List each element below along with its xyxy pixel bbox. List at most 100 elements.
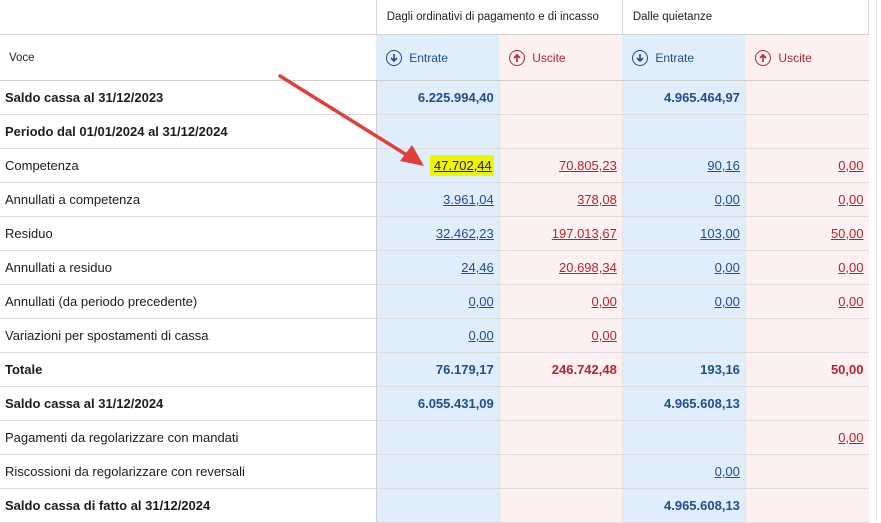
- amount-link[interactable]: 0,00: [838, 158, 863, 173]
- row-label: Variazioni per spostamenti di cassa: [0, 318, 377, 353]
- cell-quietanze-entrate: 193,16: [621, 352, 746, 387]
- cell-quietanze-uscite: [744, 318, 869, 353]
- cell-ordinativi-entrate: 24,46: [375, 250, 500, 285]
- cell-ordinativi-uscite: [498, 454, 623, 489]
- amount-link[interactable]: 0,00: [715, 260, 740, 275]
- row-label: Saldo cassa al 31/12/2024: [0, 386, 377, 421]
- cell-ordinativi-uscite: 0,00: [498, 318, 623, 353]
- cell-quietanze-uscite: [744, 488, 869, 523]
- amount-link[interactable]: 378,08: [577, 192, 617, 207]
- group-header-ordinativi: Dagli ordinativi di pagamento e di incas…: [375, 0, 623, 35]
- cell-ordinativi-uscite: 378,08: [498, 182, 623, 217]
- row-label: Competenza: [0, 148, 377, 183]
- amount-link[interactable]: 3.961,04: [443, 192, 494, 207]
- table-row: Annullati (da periodo precedente) 0,00 0,0…: [0, 284, 869, 319]
- cell-ordinativi-entrate: 3.961,04: [375, 182, 500, 217]
- amount-link[interactable]: 0,00: [838, 260, 863, 275]
- amount-link[interactable]: 0,00: [715, 294, 740, 309]
- amount-link[interactable]: 0,00: [592, 294, 617, 309]
- row-label: Riscossioni da regolarizzare con reversa…: [0, 454, 377, 489]
- amount-link[interactable]: 90,16: [707, 158, 740, 173]
- table-row: Saldo cassa di fatto al 31/12/2024 4.965.…: [0, 488, 869, 523]
- table-row: Saldo cassa al 31/12/2024 6.055.431,09 4.9…: [0, 386, 869, 421]
- cell-ordinativi-uscite: 70.805,23: [498, 148, 623, 183]
- table-row: Saldo cassa al 31/12/2023 6.225.994,40 4.9…: [0, 80, 869, 115]
- row-label: Periodo dal 01/01/2024 al 31/12/2024: [0, 114, 377, 149]
- cell-ordinativi-uscite: [498, 114, 623, 149]
- table-row: Riscossioni da regolarizzare con reversa…: [0, 454, 869, 489]
- cell-ordinativi-entrate: 6.225.994,40: [375, 80, 500, 115]
- cell-quietanze-uscite: 0,00: [744, 182, 869, 217]
- cell-ordinativi-entrate: 0,00: [375, 284, 500, 319]
- cell-quietanze-entrate: [621, 318, 746, 353]
- amount-link[interactable]: 0,00: [838, 430, 863, 445]
- cell-quietanze-uscite: 0,00: [744, 420, 869, 455]
- cell-quietanze-uscite: [744, 114, 869, 149]
- table-row: Annullati a competenza 3.961,04 378,08 0,00…: [0, 182, 869, 217]
- amount-value: 50,00: [830, 362, 864, 377]
- row-label: Annullati (da periodo precedente): [0, 284, 377, 319]
- arrow-up-circle-icon: [509, 49, 526, 66]
- amount-link[interactable]: 103,00: [700, 226, 740, 241]
- cell-ordinativi-uscite: 20.698,34: [498, 250, 623, 285]
- cell-ordinativi-entrate: [375, 420, 500, 455]
- cell-quietanze-entrate: 90,16: [621, 148, 746, 183]
- header-spacer: [0, 0, 377, 35]
- cell-ordinativi-entrate: 32.462,23: [375, 216, 500, 251]
- table-row: Residuo 32.462,23 197.013,67 103,00 50,00: [0, 216, 869, 251]
- amount-value: 246.742,48: [551, 362, 617, 377]
- column-header-quietanze-uscite: Uscite: [745, 34, 869, 81]
- cell-quietanze-uscite: 0,00: [744, 284, 869, 319]
- table-row: Variazioni per spostamenti di cassa 0,00 0…: [0, 318, 869, 353]
- arrow-down-circle-icon: [632, 49, 649, 66]
- column-header-quietanze-entrate: Entrate: [622, 34, 746, 81]
- cell-ordinativi-entrate: [375, 454, 500, 489]
- amount-link[interactable]: 0,00: [715, 464, 740, 479]
- amount-link[interactable]: 0,00: [715, 192, 740, 207]
- cash-balance-panel: Dagli ordinativi di pagamento e di incas…: [0, 0, 881, 523]
- arrow-down-circle-icon: [386, 49, 403, 66]
- cell-quietanze-uscite: 0,00: [744, 250, 869, 285]
- cell-ordinativi-entrate: 0,00: [375, 318, 500, 353]
- amount-link[interactable]: 0,00: [592, 328, 617, 343]
- amount-link[interactable]: 70.805,23: [559, 158, 617, 173]
- cell-quietanze-entrate: 4.965.608,13: [621, 386, 746, 421]
- highlighted-amount: 47.702,44: [429, 155, 494, 176]
- cell-quietanze-uscite: [744, 386, 869, 421]
- amount-link[interactable]: 0,00: [468, 294, 493, 309]
- amount-link[interactable]: 32.462,23: [436, 226, 494, 241]
- amount-link[interactable]: 20.698,34: [559, 260, 617, 275]
- amount-link[interactable]: 50,00: [831, 226, 864, 241]
- amount-link[interactable]: 0,00: [468, 328, 493, 343]
- column-header-label: Uscite: [532, 50, 566, 65]
- row-label: Annullati a competenza: [0, 182, 377, 217]
- cell-quietanze-entrate: 0,00: [621, 454, 746, 489]
- cell-quietanze-uscite: 50,00: [744, 352, 869, 387]
- cell-ordinativi-uscite: 246.742,48: [498, 352, 623, 387]
- cell-quietanze-entrate: 4.965.608,13: [621, 488, 746, 523]
- cell-ordinativi-entrate: [375, 114, 500, 149]
- amount-link[interactable]: 0,00: [838, 192, 863, 207]
- cell-quietanze-uscite: [744, 80, 869, 115]
- amount-link[interactable]: 0,00: [838, 294, 863, 309]
- table-row: Totale 76.179,17 246.742,48 193,16 50,00: [0, 352, 869, 387]
- amount-value: 4.965.464,97: [664, 90, 740, 105]
- row-label: Saldo cassa al 31/12/2023: [0, 80, 377, 115]
- amount-link[interactable]: 197.013,67: [552, 226, 617, 241]
- amount-link[interactable]: 47.702,44: [434, 158, 492, 173]
- cell-quietanze-entrate: [621, 420, 746, 455]
- table-row: Competenza 47.702,44 70.805,23 90,16 0,00: [0, 148, 869, 183]
- column-header-label: Uscite: [778, 50, 812, 65]
- amount-value: 4.965.608,13: [664, 396, 740, 411]
- table-row: Annullati a residuo 24,46 20.698,34 0,00 0,0…: [0, 250, 869, 285]
- column-header-ordinativi-entrate: Entrate: [376, 34, 500, 81]
- cash-balance-table: Dagli ordinativi di pagamento e di incas…: [0, 0, 870, 523]
- right-border: [876, 0, 877, 522]
- row-label: Pagamenti da regolarizzare con mandati: [0, 420, 377, 455]
- cell-quietanze-entrate: 4.965.464,97: [621, 80, 746, 115]
- group-header-quietanze: Dalle quietanze: [621, 0, 870, 35]
- arrow-up-circle-icon: [755, 49, 772, 66]
- cell-ordinativi-entrate: 6.055.431,09: [375, 386, 500, 421]
- amount-link[interactable]: 24,46: [461, 260, 494, 275]
- table-body: Saldo cassa al 31/12/2023 6.225.994,40 4.9…: [0, 80, 869, 523]
